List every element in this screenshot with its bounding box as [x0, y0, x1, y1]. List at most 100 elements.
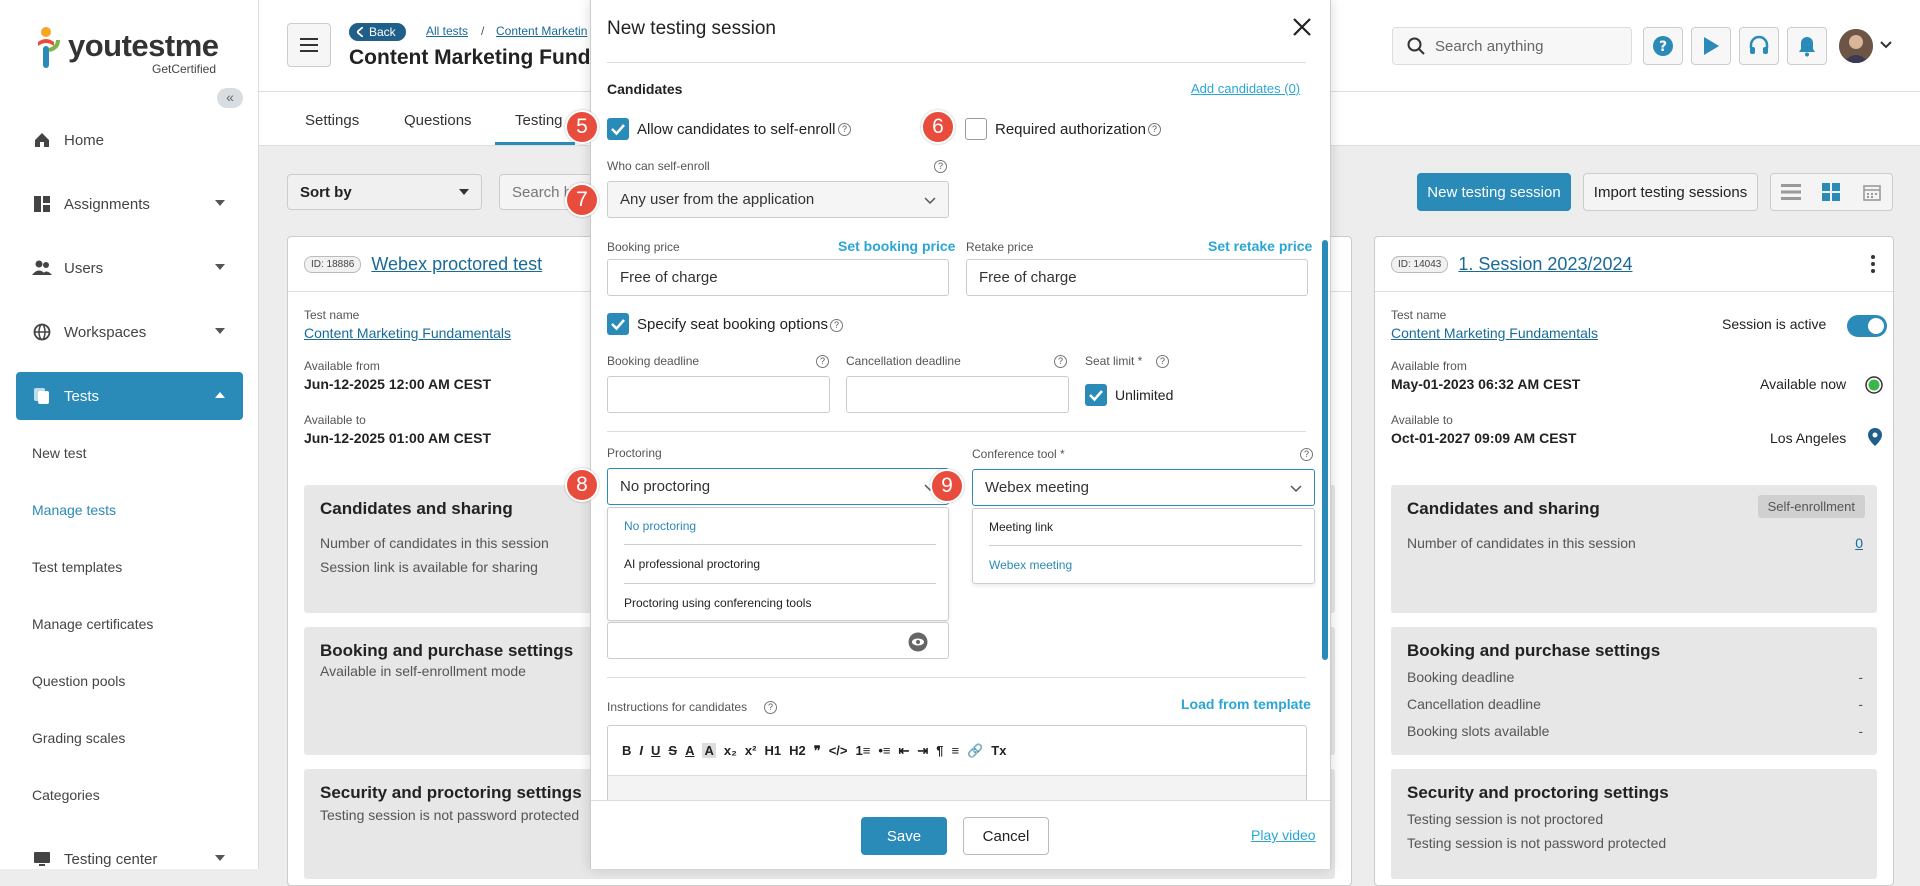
help-circle-icon[interactable]: ?	[934, 160, 947, 173]
dropdown-option-no-proctoring[interactable]: No proctoring	[624, 519, 696, 533]
sidebar-item-users[interactable]: Users	[16, 244, 243, 292]
more-options-icon[interactable]	[1871, 255, 1875, 273]
session-active-toggle[interactable]	[1847, 315, 1887, 337]
app-logo[interactable]: youtestme GetCertified	[32, 24, 219, 76]
grid-view-button[interactable]	[1811, 174, 1851, 210]
help-circle-icon[interactable]: ?	[1148, 123, 1161, 136]
cancellation-deadline-field[interactable]	[846, 376, 1069, 413]
help-button[interactable]: ?	[1643, 27, 1683, 65]
help-circle-icon[interactable]: ?	[1054, 355, 1067, 368]
sidebar-sub-new-test[interactable]: New test	[32, 445, 86, 461]
session-title-link[interactable]: Webex proctored test	[371, 254, 542, 275]
help-circle-icon[interactable]: ?	[816, 355, 829, 368]
align-button[interactable]: ≡	[952, 743, 960, 758]
sidebar-item-workspaces[interactable]: Workspaces	[16, 308, 243, 356]
sidebar-sub-manage-tests[interactable]: Manage tests	[32, 502, 116, 518]
dropdown-option-ai-proctoring[interactable]: AI professional proctoring	[624, 557, 760, 571]
help-circle-icon[interactable]: ?	[764, 701, 777, 714]
sidebar-sub-question-pools[interactable]: Question pools	[32, 673, 125, 689]
save-button[interactable]: Save	[861, 817, 947, 855]
set-booking-price-link[interactable]: Set booking price	[838, 238, 955, 254]
menu-toggle-button[interactable]	[287, 23, 331, 67]
strikethrough-button[interactable]: S	[668, 743, 677, 758]
underline-button[interactable]: U	[651, 743, 660, 758]
allow-self-enroll-checkbox[interactable]	[607, 118, 629, 140]
dropdown-option-conferencing-proctoring[interactable]: Proctoring using conferencing tools	[624, 596, 811, 610]
sidebar-item-testing-center[interactable]: Testing center	[16, 835, 243, 883]
set-retake-price-link[interactable]: Set retake price	[1208, 238, 1312, 254]
monitor-icon	[32, 851, 52, 867]
help-circle-icon[interactable]: ?	[838, 123, 851, 136]
italic-button[interactable]: I	[639, 743, 643, 758]
help-circle-icon[interactable]: ?	[830, 319, 843, 332]
back-button[interactable]: Back	[349, 23, 406, 41]
sidebar-item-home[interactable]: Home	[16, 116, 243, 164]
text-direction-button[interactable]: ¶	[936, 743, 943, 758]
conference-tool-select[interactable]: Webex meeting	[972, 469, 1315, 506]
support-button[interactable]	[1739, 27, 1779, 65]
code-button[interactable]: </>	[829, 743, 848, 758]
heading2-button[interactable]: H2	[789, 743, 806, 758]
play-tutorial-button[interactable]	[1691, 27, 1731, 65]
clear-format-button[interactable]: Tx	[991, 743, 1006, 758]
avatar[interactable]	[1839, 29, 1873, 63]
ordered-list-button[interactable]: 1≡	[855, 743, 870, 758]
close-icon[interactable]	[1293, 18, 1311, 36]
booking-deadline-field[interactable]	[607, 376, 830, 413]
unlimited-seats-checkbox[interactable]	[1085, 384, 1107, 406]
blockquote-button[interactable]: ❞	[814, 743, 821, 759]
subscript-button[interactable]: x₂	[724, 743, 737, 758]
password-field[interactable]	[607, 622, 949, 659]
breadcrumb-current-test[interactable]: Content Marketin	[496, 24, 587, 38]
cancel-button[interactable]: Cancel	[963, 817, 1049, 855]
load-from-template-link[interactable]: Load from template	[1181, 696, 1311, 712]
tab-settings[interactable]: Settings	[305, 112, 359, 129]
sidebar-sub-test-templates[interactable]: Test templates	[32, 559, 122, 575]
retake-price-field[interactable]: Free of charge	[966, 259, 1308, 296]
new-testing-session-button[interactable]: New testing session	[1417, 173, 1571, 211]
sidebar-sub-grading-scales[interactable]: Grading scales	[32, 730, 125, 746]
chevron-down-icon[interactable]	[1880, 41, 1892, 49]
indent-button[interactable]: ⇥	[917, 743, 928, 759]
collapse-sidebar-button[interactable]: «	[217, 88, 243, 108]
global-search-input[interactable]: Search anything	[1392, 27, 1632, 65]
divider	[624, 583, 936, 584]
sort-by-select[interactable]: Sort by	[287, 174, 482, 210]
bold-button[interactable]: B	[622, 743, 631, 758]
proctoring-select[interactable]: No proctoring	[607, 468, 949, 505]
booking-price-field[interactable]: Free of charge	[607, 259, 949, 296]
tab-testing[interactable]: Testing	[515, 112, 563, 129]
breadcrumb-all-tests[interactable]: All tests	[426, 24, 468, 38]
test-name-link[interactable]: Content Marketing Fundamentals	[1391, 325, 1598, 341]
help-circle-icon[interactable]: ?	[1156, 355, 1169, 368]
superscript-button[interactable]: x²	[745, 743, 757, 758]
modal-scrollbar[interactable]	[1322, 240, 1328, 660]
import-testing-sessions-button[interactable]: Import testing sessions	[1583, 173, 1758, 211]
sidebar-item-assignments[interactable]: Assignments	[16, 180, 243, 228]
notifications-button[interactable]	[1787, 27, 1827, 65]
dropdown-option-meeting-link[interactable]: Meeting link	[989, 520, 1053, 534]
calendar-view-button[interactable]	[1852, 174, 1892, 210]
dropdown-option-webex-meeting[interactable]: Webex meeting	[989, 558, 1072, 572]
add-candidates-link[interactable]: Add candidates (0)	[1191, 81, 1300, 96]
required-authorization-checkbox[interactable]	[965, 118, 987, 140]
session-title-link[interactable]: 1. Session 2023/2024	[1458, 254, 1632, 275]
play-video-link[interactable]: Play video	[1251, 827, 1316, 843]
text-color-button[interactable]: A	[685, 743, 694, 758]
sidebar-item-tests[interactable]: Tests	[16, 372, 243, 420]
link-button[interactable]: 🔗	[967, 743, 983, 759]
seat-booking-checkbox[interactable]	[607, 313, 629, 335]
tab-questions[interactable]: Questions	[404, 112, 472, 129]
eye-icon[interactable]	[908, 632, 928, 652]
test-name-link[interactable]: Content Marketing Fundamentals	[304, 325, 511, 341]
sidebar-sub-categories[interactable]: Categories	[32, 787, 100, 803]
help-circle-icon[interactable]: ?	[1300, 448, 1313, 461]
highlight-button[interactable]: A	[702, 743, 716, 758]
who-can-self-enroll-select[interactable]: Any user from the application	[607, 181, 949, 218]
outdent-button[interactable]: ⇤	[898, 743, 909, 759]
sidebar-sub-manage-certificates[interactable]: Manage certificates	[32, 616, 153, 632]
candidates-count-link[interactable]: 0	[1855, 535, 1863, 551]
list-view-button[interactable]	[1771, 174, 1811, 210]
bullet-list-button[interactable]: •≡	[878, 743, 890, 758]
heading1-button[interactable]: H1	[764, 743, 781, 758]
